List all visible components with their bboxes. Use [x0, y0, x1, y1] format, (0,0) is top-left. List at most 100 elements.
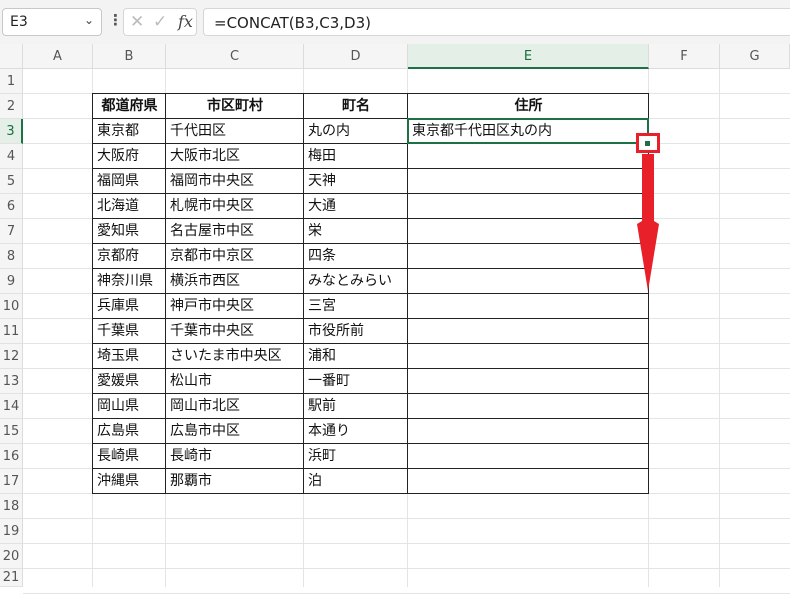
row-header-10[interactable]: 10 [0, 294, 23, 319]
arrow-shape [637, 154, 659, 291]
table-cell[interactable]: 梅田 [308, 146, 408, 166]
table-cell[interactable]: みなとみらい [308, 271, 408, 291]
row-header-13[interactable]: 13 [0, 369, 23, 394]
table-cell[interactable]: 一番町 [308, 371, 408, 391]
row-header-18[interactable]: 18 [0, 494, 23, 519]
table-cell[interactable]: 埼玉県 [97, 346, 166, 366]
table-cell[interactable]: 那覇市 [170, 471, 304, 491]
table-cell[interactable]: 浦和 [308, 346, 408, 366]
formula-text: =CONCAT(B3,C3,D3) [214, 14, 371, 32]
drag-down-arrow-annotation [637, 154, 659, 291]
row-header-15[interactable]: 15 [0, 419, 23, 444]
row-header-9[interactable]: 9 [0, 269, 23, 294]
table-border-h [92, 393, 649, 394]
column-header-c[interactable]: C [166, 44, 304, 69]
column-header-g[interactable]: G [720, 44, 790, 69]
table-header-cell[interactable]: 市区町村 [166, 96, 304, 116]
table-cell[interactable]: 千葉市中央区 [170, 321, 304, 341]
table-cell[interactable]: 丸の内 [308, 121, 408, 141]
column-header-d[interactable]: D [304, 44, 408, 69]
table-cell[interactable]: 天神 [308, 171, 408, 191]
table-cell[interactable]: 市役所前 [308, 321, 408, 341]
table-border-h [92, 343, 649, 344]
table-cell[interactable]: 神奈川県 [97, 271, 166, 291]
table-cell[interactable]: 岡山県 [97, 396, 166, 416]
table-border-h [92, 268, 649, 269]
table-cell[interactable]: 愛知県 [97, 221, 166, 241]
table-cell[interactable]: 長崎県 [97, 446, 166, 466]
row-header-19[interactable]: 19 [0, 519, 23, 544]
table-cell[interactable]: 大阪府 [97, 146, 166, 166]
table-border-h [92, 193, 649, 194]
table-cell[interactable]: 京都市中京区 [170, 246, 304, 266]
table-cell[interactable]: 札幌市中央区 [170, 196, 304, 216]
select-all-corner[interactable] [0, 44, 23, 69]
table-cell[interactable]: 千葉県 [97, 321, 166, 341]
table-cell[interactable]: 東京都 [97, 121, 166, 141]
table-header-cell[interactable]: 町名 [304, 96, 408, 116]
cancel-icon[interactable]: ✕ [130, 12, 144, 32]
table-cell[interactable]: 広島市中区 [170, 421, 304, 441]
chevron-down-icon[interactable]: ⌄ [84, 13, 94, 27]
table-cell[interactable]: 泊 [308, 471, 408, 491]
table-cell[interactable]: 愛媛県 [97, 371, 166, 391]
table-cell[interactable]: 三宮 [308, 296, 408, 316]
row-header-17[interactable]: 17 [0, 469, 23, 494]
more-vertical-icon[interactable]: ⋮ [108, 11, 123, 29]
check-icon[interactable]: ✓ [153, 12, 167, 32]
table-cell[interactable]: 京都府 [97, 246, 166, 266]
table-cell[interactable]: 兵庫県 [97, 296, 166, 316]
column-header-f[interactable]: F [649, 44, 720, 69]
row-header-5[interactable]: 5 [0, 169, 23, 194]
table-cell[interactable]: 長崎市 [170, 446, 304, 466]
table-cell[interactable]: 栄 [308, 221, 408, 241]
row-header-21[interactable]: 21 [0, 569, 23, 587]
row-header-12[interactable]: 12 [0, 344, 23, 369]
table-cell[interactable]: 名古屋市中区 [170, 221, 304, 241]
table-cell[interactable]: 大阪市北区 [170, 146, 304, 166]
table-border-h [92, 468, 649, 469]
row-header-11[interactable]: 11 [0, 319, 23, 344]
name-box[interactable]: E3 ⌄ [2, 8, 102, 36]
table-border-h [92, 168, 649, 169]
active-cell-outline [407, 118, 649, 144]
row-header-2[interactable]: 2 [0, 94, 23, 119]
row-header-4[interactable]: 4 [0, 144, 23, 169]
table-cell[interactable]: 福岡県 [97, 171, 166, 191]
row-header-6[interactable]: 6 [0, 194, 23, 219]
table-cell[interactable]: 北海道 [97, 196, 166, 216]
table-cell[interactable]: 駅前 [308, 396, 408, 416]
spreadsheet-grid[interactable]: A B C D E F G 1 2 3 4 5 6 7 8 9 10 11 12 13 14 15 16 17 18 19 20 21… [0, 44, 790, 594]
row-header-16[interactable]: 16 [0, 444, 23, 469]
formula-input[interactable]: =CONCAT(B3,C3,D3) [203, 8, 790, 36]
table-cell[interactable]: 四条 [308, 246, 408, 266]
name-box-value: E3 [10, 14, 28, 30]
row-header-1[interactable]: 1 [0, 69, 23, 94]
table-border-h [92, 418, 649, 419]
table-cell[interactable]: 神戸市中央区 [170, 296, 304, 316]
row-header-8[interactable]: 8 [0, 244, 23, 269]
fill-handle[interactable] [644, 140, 651, 147]
formula-controls: ✕ ✓ fx [123, 8, 197, 36]
insert-function-icon[interactable]: fx [178, 12, 193, 31]
table-cell[interactable]: 千代田区 [170, 121, 304, 141]
table-header-cell[interactable]: 住所 [408, 96, 649, 116]
table-header-cell[interactable]: 都道府県 [93, 96, 166, 116]
column-header-b[interactable]: B [93, 44, 166, 69]
row-header-14[interactable]: 14 [0, 394, 23, 419]
column-header-a[interactable]: A [23, 44, 93, 69]
row-header-20[interactable]: 20 [0, 544, 23, 569]
table-cell[interactable]: 横浜市西区 [170, 271, 304, 291]
row-header-3[interactable]: 3 [0, 119, 23, 144]
row-header-7[interactable]: 7 [0, 219, 23, 244]
table-cell[interactable]: 浜町 [308, 446, 408, 466]
table-cell[interactable]: 大通 [308, 196, 408, 216]
table-cell[interactable]: 本通り [308, 421, 408, 441]
column-header-e[interactable]: E [408, 44, 649, 69]
table-cell[interactable]: 岡山市北区 [170, 396, 304, 416]
table-cell[interactable]: 沖縄県 [97, 471, 166, 491]
table-cell[interactable]: 広島県 [97, 421, 166, 441]
table-cell[interactable]: 福岡市中央区 [170, 171, 304, 191]
table-cell[interactable]: さいたま市中央区 [170, 346, 304, 366]
table-cell[interactable]: 松山市 [170, 371, 304, 391]
